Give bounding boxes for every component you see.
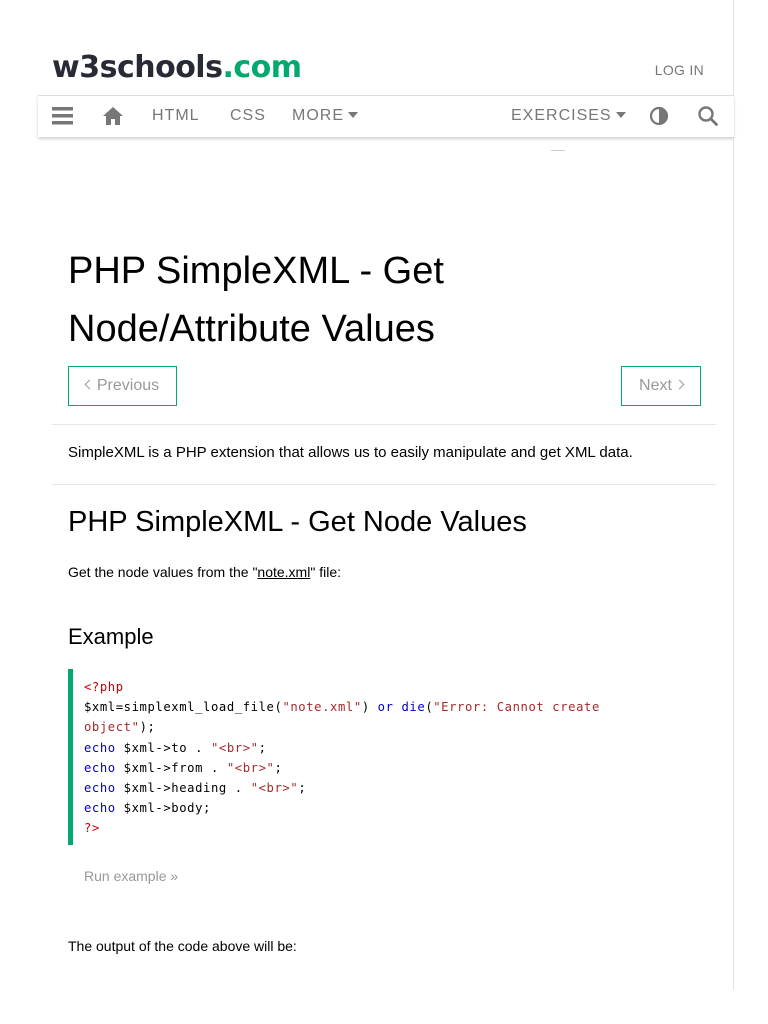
- divider-mark: [551, 150, 565, 151]
- divider: [52, 484, 716, 485]
- code-line-4: $xml->to .: [115, 740, 211, 755]
- chevron-left-icon: [84, 379, 95, 390]
- code-php-open-tag: <?php: [84, 680, 124, 694]
- hamburger-menu-icon[interactable]: [52, 105, 74, 127]
- code-line-5: $xml->from .: [115, 760, 227, 775]
- nav-exercises[interactable]: EXERCISES: [511, 96, 626, 136]
- code-keyword-echo: echo: [84, 760, 116, 775]
- code-line-3-end: );: [139, 720, 156, 735]
- top-bar: w3schools.com LOG IN: [38, 40, 734, 96]
- contrast-icon[interactable]: [648, 105, 670, 127]
- logo-main-text: w3schools: [52, 50, 223, 85]
- nav-exercises-label: EXERCISES: [511, 107, 612, 124]
- main-navbar: HTML CSS MORE EXERCISES: [38, 95, 734, 137]
- page-title: PHP SimpleXML - Get Node/Attribute Values: [68, 242, 668, 358]
- chevron-right-icon: [674, 379, 685, 390]
- code-keyword-echo: echo: [84, 801, 116, 816]
- code-string: "<br>": [250, 781, 299, 796]
- page-title-line-2: Node/Attribute Values: [68, 308, 435, 350]
- node-values-text: Get the node values from the "note.xml" …: [68, 564, 341, 580]
- example-heading: Example: [68, 624, 154, 649]
- code-keyword-echo: echo: [84, 781, 116, 796]
- intro-text: SimpleXML is a PHP extension that allows…: [68, 444, 633, 461]
- previous-button[interactable]: Previous: [68, 366, 177, 406]
- code-line-7: $xml->body;: [115, 801, 211, 816]
- home-icon[interactable]: [102, 105, 124, 127]
- previous-label: Previous: [96, 377, 160, 394]
- nav-more[interactable]: MORE: [292, 96, 358, 136]
- section-heading: PHP SimpleXML - Get Node Values: [68, 506, 527, 538]
- divider: [52, 424, 716, 425]
- output-intro-text: The output of the code above will be:: [68, 938, 297, 954]
- node-text-pre: Get the node values from the ": [68, 564, 258, 580]
- code-keyword-or: or: [369, 700, 402, 715]
- nav-css[interactable]: CSS: [230, 96, 266, 136]
- code-string: "Error: Cannot create: [433, 700, 600, 715]
- next-button[interactable]: Next: [621, 366, 701, 406]
- page-title-line-1: PHP SimpleXML - Get: [68, 250, 444, 292]
- code-line-6: $xml->heading .: [115, 781, 251, 796]
- caret-down-icon: [348, 112, 358, 118]
- code-line-2a: $xml=simplexml_load_file(: [84, 700, 283, 715]
- code-string: "<br>": [226, 760, 275, 775]
- nav-html[interactable]: HTML: [152, 96, 200, 136]
- note-xml-link[interactable]: note.xml: [257, 564, 310, 580]
- node-text-post: " file:: [310, 564, 341, 580]
- code-string: "note.xml": [282, 700, 362, 715]
- code-php-close-tag: ?>: [84, 821, 100, 836]
- code-string: object": [84, 720, 140, 735]
- code-string: "<br>": [211, 740, 259, 755]
- code-keyword-die: die: [401, 700, 426, 715]
- code-example-box: <?php $xml=simplexml_load_file("note.xml…: [68, 669, 716, 845]
- code-semicolon: ;: [274, 760, 283, 775]
- code-semicolon: ;: [298, 781, 307, 796]
- code-semicolon: ;: [258, 740, 267, 755]
- next-label: Next: [639, 377, 672, 394]
- logo-dot-text: .com: [222, 50, 302, 85]
- code-block: <?php $xml=simplexml_load_file("note.xml…: [84, 680, 600, 836]
- search-icon[interactable]: [697, 105, 719, 127]
- w3schools-logo[interactable]: w3schools.com: [52, 50, 302, 85]
- caret-down-icon: [615, 112, 626, 118]
- code-keyword-echo: echo: [84, 740, 116, 755]
- run-example-link[interactable]: Run example »: [84, 868, 178, 884]
- nav-more-label: MORE: [292, 107, 344, 124]
- login-link[interactable]: LOG IN: [655, 62, 704, 78]
